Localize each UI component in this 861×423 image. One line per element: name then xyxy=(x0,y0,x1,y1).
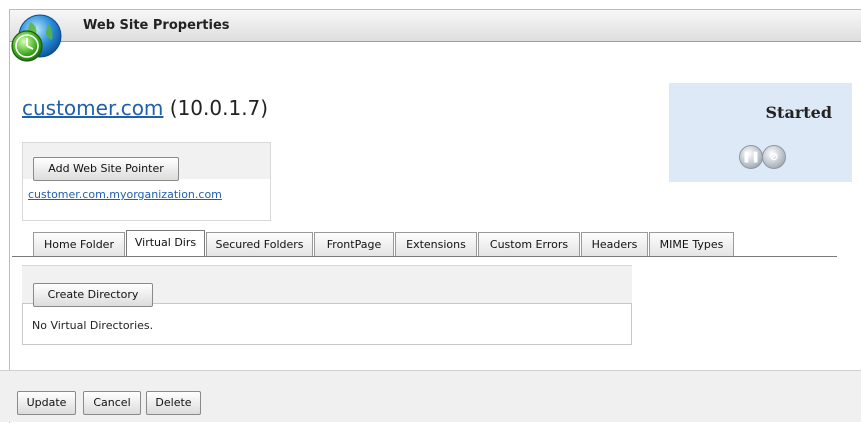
cancel-button[interactable]: Cancel xyxy=(83,391,141,415)
virtual-dirs-list: No Virtual Directories. xyxy=(22,303,632,345)
window-title: Web Site Properties xyxy=(83,18,230,33)
tab-headers[interactable]: Headers xyxy=(581,232,648,256)
tab-secured-folders[interactable]: Secured Folders xyxy=(206,232,313,256)
globe-clock-icon xyxy=(11,14,62,62)
empty-message: No Virtual Directories. xyxy=(32,319,154,332)
tab-home-folder[interactable]: Home Folder xyxy=(33,232,125,256)
site-pointers-panel: customer.com.myorganization.com xyxy=(22,142,271,221)
site-heading: customer.com (10.0.1.7) xyxy=(22,96,268,120)
tab-extensions[interactable]: Extensions xyxy=(395,232,477,256)
tab-virtual-dirs[interactable]: Virtual Dirs xyxy=(126,230,205,256)
status-panel: Started ❚❚ ⊘ xyxy=(669,83,852,182)
pause-icon[interactable]: ❚❚ xyxy=(739,145,763,169)
stop-icon[interactable]: ⊘ xyxy=(762,145,786,169)
update-button[interactable]: Update xyxy=(17,391,76,415)
tab-mime-types[interactable]: MIME Types xyxy=(649,232,734,256)
virtual-dirs-panel: No Virtual Directories. xyxy=(22,265,632,353)
site-pointer-link[interactable]: customer.com.myorganization.com xyxy=(28,188,222,201)
tab-frontpage[interactable]: FrontPage xyxy=(314,232,394,256)
create-directory-button[interactable]: Create Directory xyxy=(33,283,153,307)
title-bar: Web Site Properties xyxy=(10,10,861,42)
add-web-site-pointer-button[interactable]: Add Web Site Pointer xyxy=(33,157,179,181)
tab-custom-errors[interactable]: Custom Errors xyxy=(478,232,580,256)
site-ip: (10.0.1.7) xyxy=(169,96,269,120)
delete-button[interactable]: Delete xyxy=(146,391,201,415)
site-domain-link[interactable]: customer.com xyxy=(22,96,163,120)
status-text: Started xyxy=(765,103,833,122)
